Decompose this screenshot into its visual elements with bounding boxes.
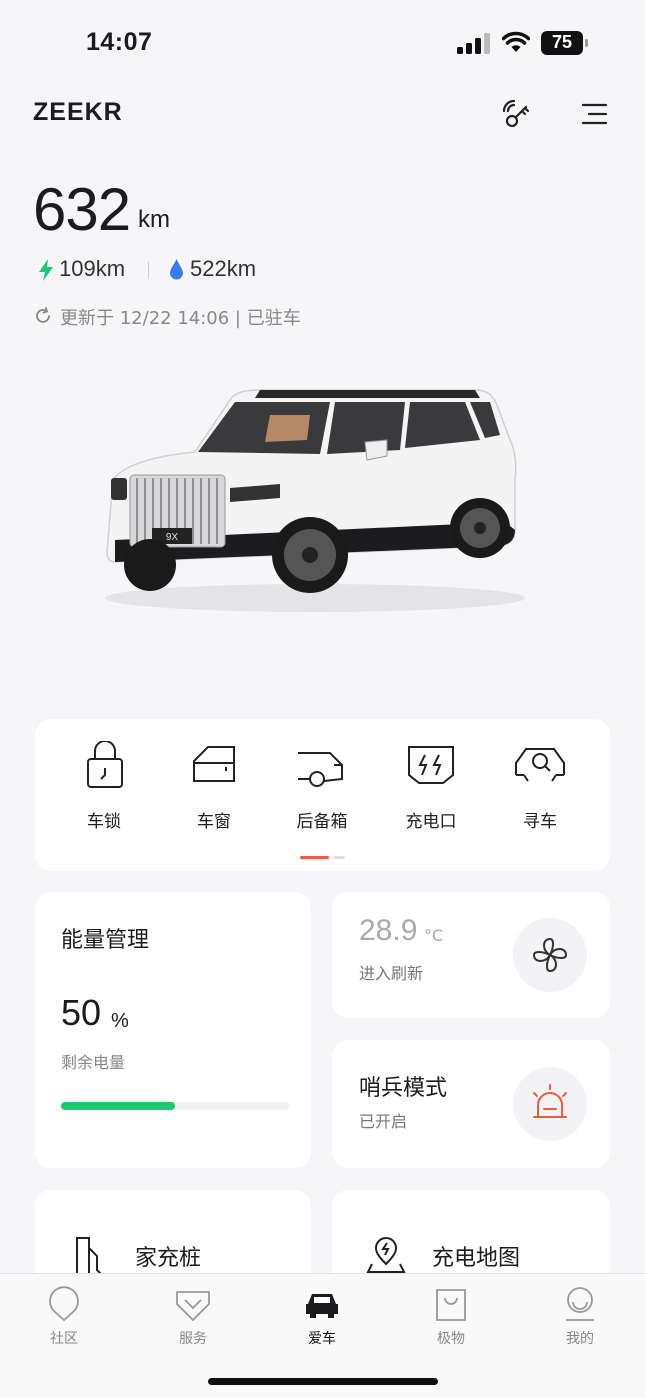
find-car-label: 寻车	[523, 812, 557, 832]
sentry-status: 已开启	[359, 1112, 408, 1131]
tab-car[interactable]: 爱车	[282, 1286, 362, 1348]
climate-card[interactable]: 28.9 °C 进入刷新	[332, 892, 610, 1018]
temperature-value: 28.9	[359, 914, 418, 947]
tab-service[interactable]: 服务	[153, 1286, 233, 1348]
quick-controls: 车锁 车窗 后备箱 充电口 寻车	[35, 719, 610, 871]
range-divider	[148, 262, 149, 278]
signal-icon	[457, 33, 490, 54]
find-car-button[interactable]: 寻车	[495, 741, 585, 832]
lock-icon	[87, 741, 123, 788]
page-indicator	[300, 856, 346, 860]
fan-icon	[533, 938, 567, 972]
fan-button[interactable]	[513, 918, 587, 992]
alarm-icon	[533, 1084, 567, 1118]
digital-key-icon[interactable]	[500, 97, 534, 131]
window-icon	[193, 746, 235, 782]
energy-card[interactable]: 能量管理 50 % 剩余电量	[35, 892, 311, 1168]
service-icon	[176, 1291, 210, 1322]
map-pin-icon	[366, 1237, 406, 1273]
refresh-icon[interactable]	[34, 307, 52, 325]
tab-community-label: 社区	[50, 1331, 78, 1347]
profile-icon	[566, 1287, 594, 1321]
climate-subtitle: 进入刷新	[359, 964, 424, 983]
battery-bar-fill	[61, 1102, 175, 1110]
charge-map-title: 充电地图	[432, 1246, 521, 1271]
car-icon	[306, 1294, 338, 1318]
lock-label: 车锁	[87, 812, 121, 832]
charge-port-button[interactable]: 充电口	[386, 741, 476, 832]
tab-profile[interactable]: 我的	[540, 1286, 620, 1348]
window-label: 车窗	[197, 812, 231, 832]
tab-car-label: 爱车	[308, 1331, 336, 1347]
update-status: 更新于 12/22 14:06 | 已驻车	[60, 308, 301, 329]
home-charger-title: 家充桩	[135, 1246, 202, 1271]
wifi-icon	[502, 31, 530, 52]
license-plate: 9X	[166, 532, 179, 543]
battery-level: 75	[551, 32, 573, 52]
find-car-icon	[515, 748, 565, 782]
shop-icon	[436, 1289, 466, 1321]
sentry-title: 哨兵模式	[359, 1076, 448, 1101]
page-dot-active	[300, 856, 329, 859]
charge-port-icon	[408, 746, 454, 784]
tab-shop-label: 极物	[437, 1331, 465, 1347]
electric-range: 109km	[59, 256, 126, 281]
menu-icon[interactable]	[580, 101, 608, 127]
energy-subtitle: 剩余电量	[61, 1053, 126, 1072]
home-indicator	[208, 1378, 438, 1385]
window-button[interactable]: 车窗	[169, 741, 259, 832]
tab-community[interactable]: 社区	[24, 1286, 104, 1348]
battery-percent: 50	[61, 992, 102, 1033]
fuel-drop-icon	[170, 259, 183, 280]
trunk-button[interactable]: 后备箱	[277, 741, 367, 832]
battery-indicator: 75	[541, 31, 589, 55]
lightning-icon	[39, 259, 53, 281]
tab-shop[interactable]: 极物	[411, 1286, 491, 1348]
charge-port-label: 充电口	[405, 812, 457, 832]
tab-service-label: 服务	[179, 1331, 207, 1347]
status-time: 14:07	[86, 28, 153, 56]
temperature-unit: °C	[424, 926, 444, 945]
brand-logo: ZEEKR	[33, 98, 123, 126]
battery-bar	[61, 1102, 289, 1110]
tab-profile-label: 我的	[566, 1331, 594, 1347]
trunk-label: 后备箱	[296, 812, 348, 832]
total-range: 632	[33, 176, 131, 243]
page-dot	[334, 856, 345, 859]
sentry-button[interactable]	[513, 1067, 587, 1141]
battery-percent-unit: %	[111, 1010, 129, 1032]
range-unit: km	[138, 206, 170, 233]
energy-title: 能量管理	[61, 928, 150, 953]
community-icon	[49, 1286, 79, 1322]
trunk-icon	[298, 752, 343, 787]
sentry-card[interactable]: 哨兵模式 已开启	[332, 1040, 610, 1168]
charger-icon	[76, 1237, 102, 1274]
lock-button[interactable]: 车锁	[59, 741, 149, 832]
fuel-range: 522km	[190, 256, 257, 281]
car-image: 9X	[105, 389, 525, 612]
